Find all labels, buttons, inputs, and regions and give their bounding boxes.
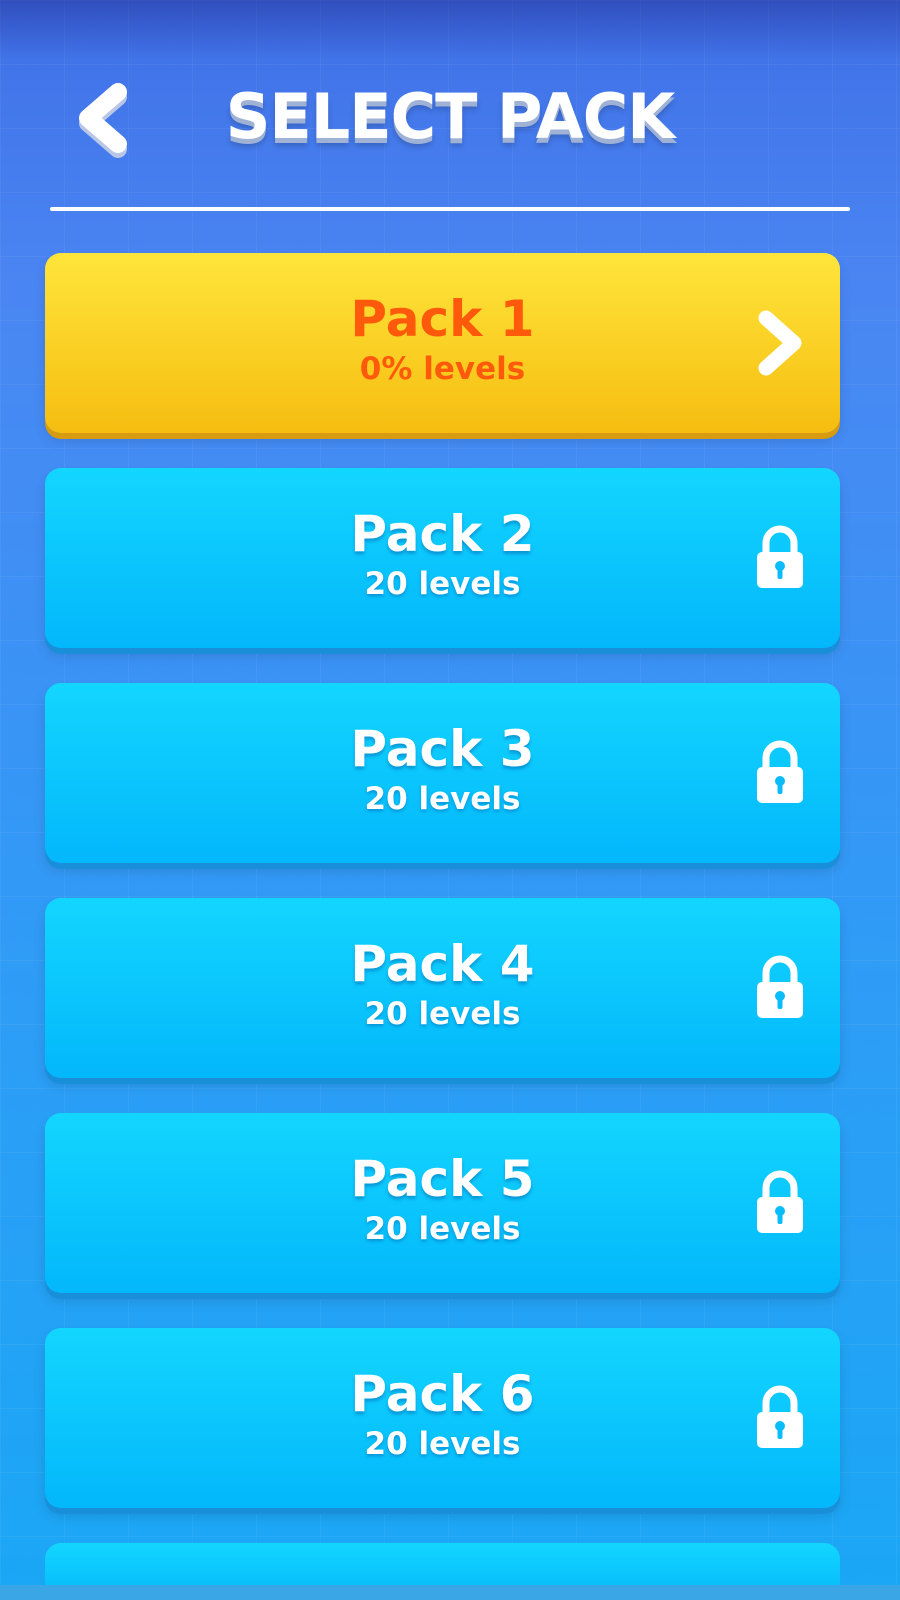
back-button[interactable]: [70, 78, 140, 158]
page-title: SELECT PACK: [225, 80, 676, 153]
lock-icon: [757, 525, 803, 588]
pack-card-5[interactable]: Pack 5 20 levels: [45, 1113, 840, 1293]
pack-level-count: 20 levels: [364, 996, 521, 1032]
pack-name: Pack 6: [350, 1365, 535, 1423]
lock-icon: [757, 1170, 803, 1233]
pack-progress: 0% levels: [359, 351, 526, 387]
pack-card-6[interactable]: Pack 6 20 levels: [45, 1328, 840, 1508]
chevron-left-icon: [79, 83, 127, 158]
pack-name: Pack 5: [350, 1150, 535, 1208]
pack-name: Pack 4: [350, 935, 535, 993]
header-divider: [50, 207, 850, 211]
lock-icon: [757, 955, 803, 1018]
pack-level-count: 20 levels: [364, 566, 521, 602]
chevron-right-icon: [758, 310, 802, 376]
pack-name: Pack 1: [350, 290, 535, 348]
lock-icon: [757, 1385, 803, 1448]
lock-icon: [757, 740, 803, 803]
pack-card-3[interactable]: Pack 3 20 levels: [45, 683, 840, 863]
pack-level-count: 20 levels: [364, 1426, 521, 1462]
pack-card-2[interactable]: Pack 2 20 levels: [45, 468, 840, 648]
pack-list: Pack 1 0% levels Pack 2 20 levels Pack 3…: [45, 253, 840, 1600]
pack-name: Pack 2: [350, 505, 535, 563]
top-shade: [0, 0, 900, 60]
pack-level-count: 20 levels: [364, 781, 521, 817]
pack-card-4[interactable]: Pack 4 20 levels: [45, 898, 840, 1078]
pack-level-count: 20 levels: [364, 1211, 521, 1247]
pack-card-1[interactable]: Pack 1 0% levels: [45, 253, 840, 433]
bottom-edge: [0, 1585, 900, 1600]
pack-name: Pack 3: [350, 720, 535, 778]
